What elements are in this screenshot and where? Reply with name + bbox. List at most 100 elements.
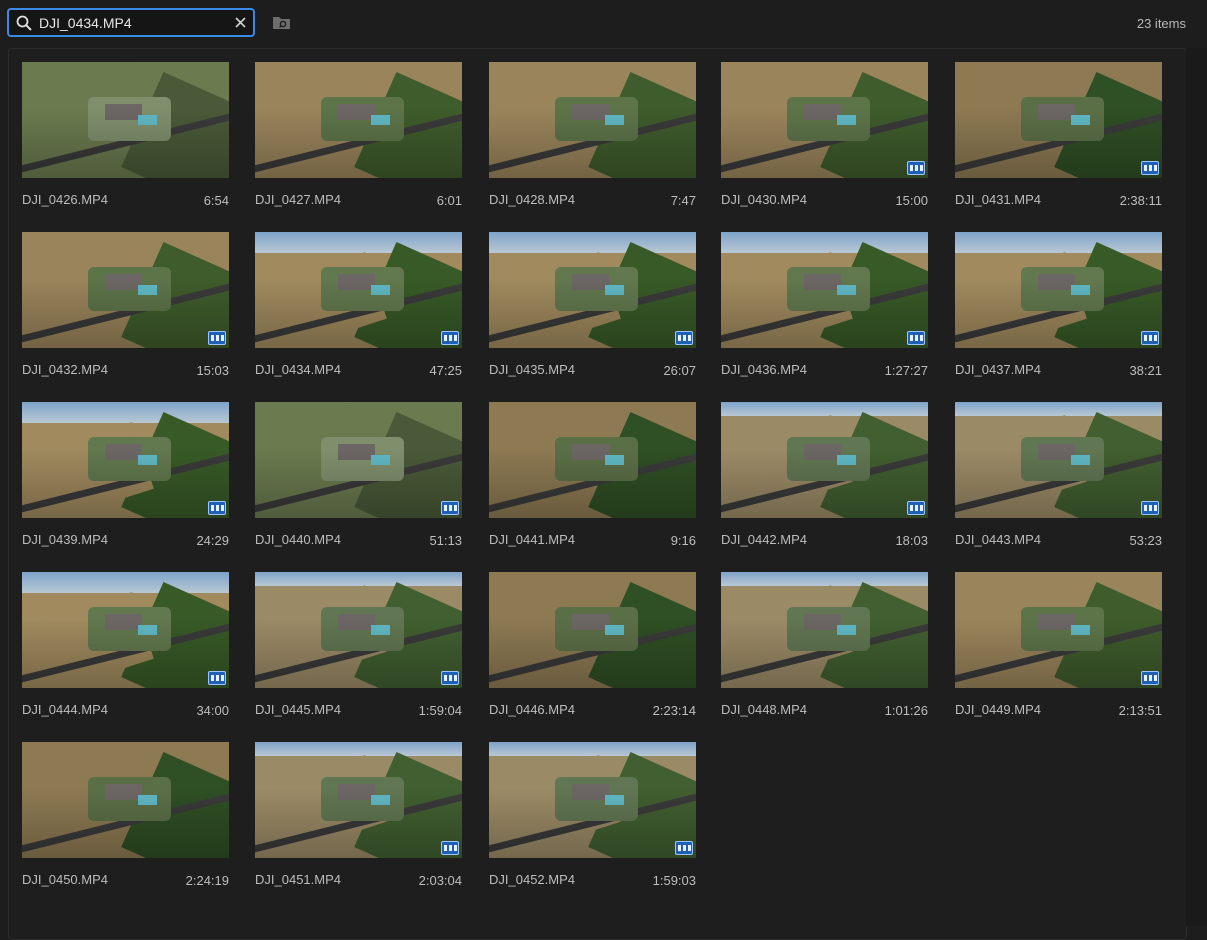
clip-tile[interactable]: DJI_0445.MP4 1:59:04: [255, 572, 462, 722]
video-clip-icon: [441, 331, 459, 345]
clip-thumbnail[interactable]: [22, 742, 229, 858]
video-clip-icon: [1141, 671, 1159, 685]
clip-thumbnail[interactable]: [255, 62, 462, 178]
clip-name: DJI_0431.MP4: [955, 192, 1041, 207]
clip-duration: 2:13:51: [1118, 703, 1162, 718]
video-clip-icon: [907, 161, 925, 175]
clip-thumbnail[interactable]: [489, 62, 696, 178]
search-input[interactable]: [39, 10, 227, 35]
clip-tile[interactable]: DJI_0449.MP4 2:13:51: [955, 572, 1162, 722]
video-clip-icon: [208, 671, 226, 685]
clip-thumbnail[interactable]: [255, 572, 462, 688]
item-count: 23 items: [1136, 16, 1186, 31]
clip-thumbnail[interactable]: [721, 62, 928, 178]
clip-duration: 18:03: [895, 533, 928, 548]
video-clip-icon: [1141, 161, 1159, 175]
clip-tile[interactable]: DJI_0440.MP4 51:13: [255, 402, 462, 552]
clip-thumbnail[interactable]: [489, 232, 696, 348]
close-icon[interactable]: [227, 10, 253, 35]
clip-duration: 2:23:14: [652, 703, 696, 718]
video-clip-icon: [1141, 331, 1159, 345]
clip-name: DJI_0435.MP4: [489, 362, 575, 377]
folder-search-icon[interactable]: [271, 13, 293, 31]
clip-name: DJI_0428.MP4: [489, 192, 575, 207]
clip-duration: 1:59:03: [652, 873, 696, 888]
clip-duration: 6:01: [436, 193, 462, 208]
clip-tile[interactable]: DJI_0450.MP4 2:24:19: [22, 742, 229, 892]
clip-tile[interactable]: DJI_0428.MP4 7:47: [489, 62, 696, 212]
clip-duration: 7:47: [670, 193, 696, 208]
clip-tile[interactable]: DJI_0444.MP4 34:00: [22, 572, 229, 722]
clip-duration: 24:29: [196, 533, 229, 548]
clip-thumbnail[interactable]: [955, 402, 1162, 518]
clip-name: DJI_0436.MP4: [721, 362, 807, 377]
clip-tile[interactable]: DJI_0448.MP4 1:01:26: [721, 572, 928, 722]
clip-thumbnail[interactable]: [489, 402, 696, 518]
clip-thumbnail[interactable]: [22, 402, 229, 518]
clip-tile[interactable]: DJI_0432.MP4 15:03: [22, 232, 229, 382]
clip-thumbnail[interactable]: [22, 572, 229, 688]
clip-thumbnail[interactable]: [255, 742, 462, 858]
clip-tile[interactable]: DJI_0437.MP4 38:21: [955, 232, 1162, 382]
clip-thumbnail[interactable]: [255, 232, 462, 348]
clip-thumbnail[interactable]: [489, 572, 696, 688]
clip-duration: 1:59:04: [418, 703, 462, 718]
clip-name: DJI_0448.MP4: [721, 702, 807, 717]
clip-name: DJI_0450.MP4: [22, 872, 108, 887]
clip-thumbnail[interactable]: [721, 232, 928, 348]
clip-name: DJI_0444.MP4: [22, 702, 108, 717]
clip-tile[interactable]: DJI_0452.MP4 1:59:03: [489, 742, 696, 892]
clip-duration: 53:23: [1129, 533, 1162, 548]
clip-tile[interactable]: DJI_0442.MP4 18:03: [721, 402, 928, 552]
clip-name: DJI_0451.MP4: [255, 872, 341, 887]
clip-thumbnail[interactable]: [955, 232, 1162, 348]
clip-thumbnail[interactable]: [22, 62, 229, 178]
clip-tile[interactable]: DJI_0430.MP4 15:00: [721, 62, 928, 212]
clip-thumbnail[interactable]: [22, 232, 229, 348]
clip-duration: 34:00: [196, 703, 229, 718]
search-box[interactable]: [7, 8, 255, 37]
clip-tile[interactable]: DJI_0434.MP4 47:25: [255, 232, 462, 382]
video-clip-icon: [907, 331, 925, 345]
clip-thumbnail[interactable]: [721, 572, 928, 688]
clip-tile[interactable]: DJI_0441.MP4 9:16: [489, 402, 696, 552]
clip-tile[interactable]: DJI_0439.MP4 24:29: [22, 402, 229, 552]
clip-name: DJI_0443.MP4: [955, 532, 1041, 547]
clip-thumbnail[interactable]: [489, 742, 696, 858]
clip-duration: 9:16: [670, 533, 696, 548]
clip-name: DJI_0437.MP4: [955, 362, 1041, 377]
video-clip-icon: [675, 331, 693, 345]
scrollbar[interactable]: [1186, 48, 1207, 926]
clip-duration: 2:24:19: [185, 873, 229, 888]
clip-thumbnail[interactable]: [255, 402, 462, 518]
clip-tile[interactable]: DJI_0446.MP4 2:23:14: [489, 572, 696, 722]
clip-name: DJI_0439.MP4: [22, 532, 108, 547]
clip-thumbnail[interactable]: [721, 402, 928, 518]
clip-duration: 2:38:11: [1119, 193, 1162, 208]
clip-tile[interactable]: DJI_0435.MP4 26:07: [489, 232, 696, 382]
clip-duration: 1:27:27: [884, 363, 928, 378]
clip-name: DJI_0452.MP4: [489, 872, 575, 887]
clip-name: DJI_0426.MP4: [22, 192, 108, 207]
clip-name: DJI_0427.MP4: [255, 192, 341, 207]
video-clip-icon: [441, 501, 459, 515]
video-clip-icon: [907, 501, 925, 515]
clip-tile[interactable]: DJI_0427.MP4 6:01: [255, 62, 462, 212]
clip-name: DJI_0430.MP4: [721, 192, 807, 207]
clip-thumbnail[interactable]: [955, 572, 1162, 688]
clip-thumbnail[interactable]: [955, 62, 1162, 178]
clip-tile[interactable]: DJI_0443.MP4 53:23: [955, 402, 1162, 552]
clip-tile[interactable]: DJI_0431.MP4 2:38:11: [955, 62, 1162, 212]
clip-tile[interactable]: DJI_0436.MP4 1:27:27: [721, 232, 928, 382]
search-icon: [9, 10, 39, 35]
clip-tile[interactable]: DJI_0426.MP4 6:54: [22, 62, 229, 212]
clip-tile[interactable]: DJI_0451.MP4 2:03:04: [255, 742, 462, 892]
video-clip-icon: [1141, 501, 1159, 515]
toolbar: 23 items: [0, 0, 1207, 46]
clip-name: DJI_0432.MP4: [22, 362, 108, 377]
clip-duration: 6:54: [203, 193, 229, 208]
video-clip-icon: [208, 501, 226, 515]
video-clip-icon: [208, 331, 226, 345]
clip-name: DJI_0445.MP4: [255, 702, 341, 717]
clip-duration: 1:01:26: [884, 703, 928, 718]
